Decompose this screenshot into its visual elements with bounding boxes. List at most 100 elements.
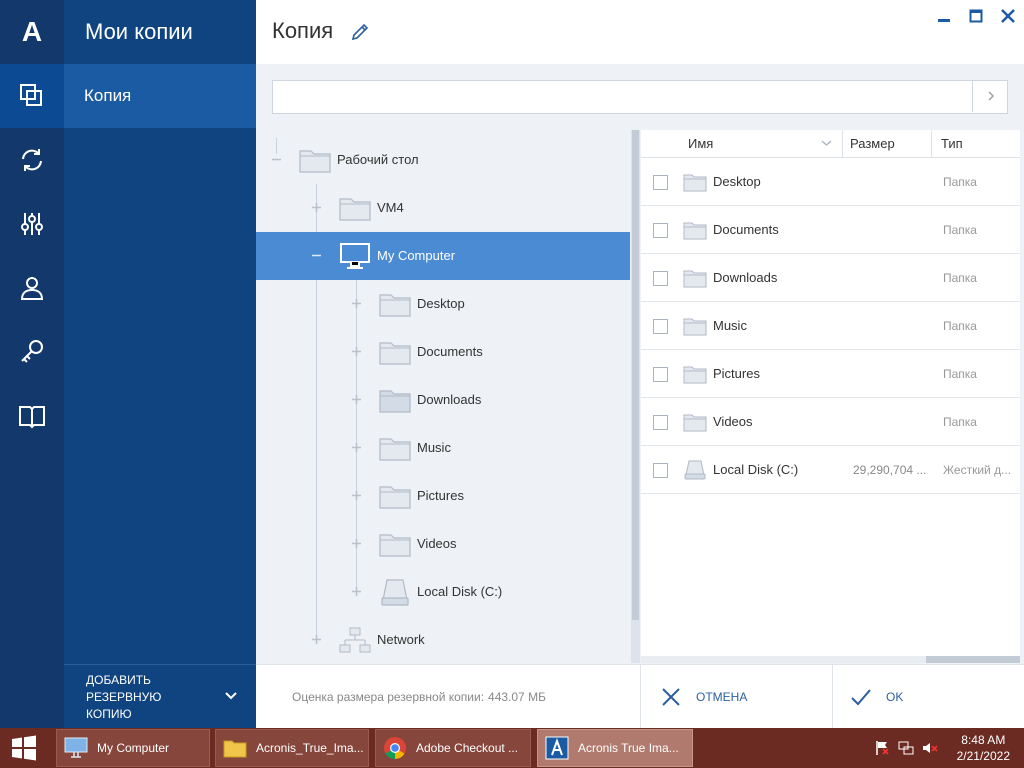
icon-rail: A [0, 0, 64, 728]
tree-item-network[interactable]: Network [256, 616, 630, 663]
taskbar-acronis[interactable]: Acronis True Ima... [537, 729, 693, 767]
table-row[interactable]: Music Папка [641, 302, 1020, 350]
tree-scrollbar[interactable] [631, 130, 640, 663]
volume-muted-icon[interactable] [922, 740, 938, 756]
expand-icon[interactable] [351, 394, 362, 405]
scrollbar-thumb[interactable] [632, 130, 639, 620]
expand-icon[interactable] [351, 442, 362, 453]
chevron-down-icon [225, 692, 237, 700]
expand-icon[interactable] [351, 586, 362, 597]
start-button[interactable] [0, 728, 48, 768]
row-type: Папка [943, 175, 977, 189]
sync-nav-button[interactable] [0, 128, 64, 192]
taskbar: My Computer Acronis_True_Ima... Adobe Ch… [0, 728, 1024, 768]
table-row[interactable]: Local Disk (C:) 29,290,704 ... Жесткий д..… [641, 446, 1020, 494]
path-go-button[interactable] [972, 80, 1008, 112]
footer: Оценка размера резервной копии: 443.07 МБ… [256, 664, 1024, 729]
path-input[interactable] [272, 80, 1008, 114]
sidebar-item-backup[interactable]: Копия [64, 64, 256, 128]
column-type[interactable]: Тип [941, 130, 963, 158]
tree-item-child[interactable]: Local Disk (C:) [256, 568, 630, 616]
expand-icon[interactable] [351, 298, 362, 309]
row-checkbox[interactable] [653, 319, 668, 334]
expand-icon[interactable] [311, 634, 322, 645]
tree-item-desktop-root[interactable]: Рабочий стол [256, 136, 630, 184]
cancel-button[interactable]: ОТМЕНА [660, 665, 832, 729]
taskbar-my-computer[interactable]: My Computer [56, 729, 210, 767]
disk-icon [381, 579, 409, 606]
task-label: Acronis_True_Ima... [256, 741, 364, 755]
tree-item-child[interactable]: Documents [256, 328, 630, 376]
row-checkbox[interactable] [653, 175, 668, 190]
list-scrollbar[interactable] [641, 656, 1020, 663]
disk-icon [684, 460, 706, 480]
table-row[interactable]: Documents Папка [641, 206, 1020, 254]
help-nav-button[interactable] [0, 384, 64, 448]
row-name: Pictures [713, 366, 760, 381]
tree-label: Videos [417, 536, 457, 551]
row-type: Папка [943, 271, 977, 285]
row-checkbox[interactable] [653, 415, 668, 430]
expand-icon[interactable] [351, 538, 362, 549]
expand-icon[interactable] [311, 202, 322, 213]
scrollbar-thumb[interactable] [926, 656, 1020, 663]
row-name: Music [713, 318, 747, 333]
computer-icon [64, 737, 88, 758]
sync-icon [22, 149, 42, 171]
acronis-app-icon [545, 736, 569, 760]
edit-pencil-icon[interactable] [350, 22, 370, 42]
backup-nav-button[interactable] [0, 64, 64, 128]
ok-button[interactable]: OK [850, 665, 1020, 729]
tree-item-child[interactable]: Videos [256, 520, 630, 568]
tree-item-vm4[interactable]: VM4 [256, 184, 630, 232]
action-center-flag-icon[interactable] [874, 740, 890, 756]
column-name[interactable]: Имя [688, 130, 713, 158]
copy-icon [20, 84, 42, 106]
row-checkbox[interactable] [653, 367, 668, 382]
page-title: Копия [272, 18, 334, 43]
row-type: Жесткий д... [943, 463, 1012, 477]
close-icon[interactable] [1000, 8, 1016, 24]
row-checkbox[interactable] [653, 223, 668, 238]
key-nav-button[interactable] [0, 320, 64, 384]
add-backup-button[interactable]: ДОБАВИТЬ РЕЗЕРВНУЮ КОПИЮ [64, 664, 256, 728]
tree-label: Music [417, 440, 451, 455]
network-status-icon[interactable] [898, 740, 914, 756]
expand-icon[interactable] [351, 490, 362, 501]
folder-icon [223, 740, 247, 758]
row-checkbox[interactable] [653, 463, 668, 478]
tools-nav-button[interactable] [0, 192, 64, 256]
taskbar-explorer-folder[interactable]: Acronis_True_Ima... [215, 729, 369, 767]
table-row[interactable]: Pictures Папка [641, 350, 1020, 398]
table-row[interactable]: Downloads Папка [641, 254, 1020, 302]
table-row[interactable]: Videos Папка [641, 398, 1020, 446]
collapse-icon[interactable] [311, 250, 322, 261]
tree-item-child[interactable]: Desktop [256, 280, 630, 328]
tree-item-my-computer[interactable]: My Computer [256, 232, 630, 280]
tree-item-child[interactable]: Downloads [256, 376, 630, 424]
folder-icon [299, 150, 331, 173]
expand-icon[interactable] [351, 346, 362, 357]
row-checkbox[interactable] [653, 271, 668, 286]
column-size[interactable]: Размер [850, 130, 895, 158]
account-nav-button[interactable] [0, 256, 64, 320]
chrome-icon [384, 737, 406, 759]
folder-icon [683, 366, 707, 384]
tree-label: Desktop [417, 296, 465, 311]
maximize-icon[interactable] [968, 8, 984, 24]
table-row[interactable]: Desktop Папка [641, 158, 1020, 206]
windows-logo-icon [12, 735, 36, 761]
folder-tree: Рабочий стол VM4 My Computer Desktop Doc… [256, 130, 630, 663]
row-type: Папка [943, 415, 977, 429]
clock[interactable]: 8:48 AM 2/21/2022 [957, 732, 1010, 764]
tree-label: Documents [417, 344, 483, 359]
book-icon [19, 406, 45, 429]
tree-item-child[interactable]: Music [256, 424, 630, 472]
header: Копия [256, 0, 1024, 64]
collapse-icon[interactable] [271, 154, 282, 165]
tree-label: VM4 [377, 200, 404, 215]
sidebar: Мои копии Копия ДОБАВИТЬ РЕЗЕРВНУЮ КОПИЮ [64, 0, 256, 728]
taskbar-chrome[interactable]: Adobe Checkout ... [375, 729, 531, 767]
tree-item-child[interactable]: Pictures [256, 472, 630, 520]
minimize-icon[interactable] [936, 8, 952, 24]
